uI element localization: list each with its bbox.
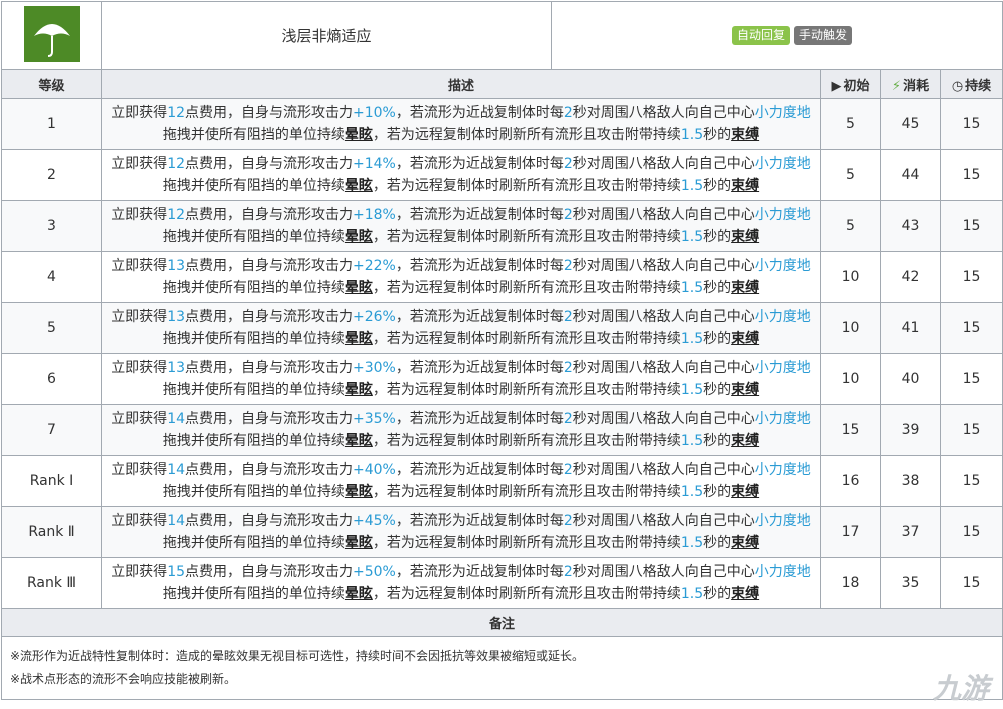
umbrella-icon — [23, 5, 80, 62]
cost-cell: 39 — [880, 404, 941, 456]
initial-cell: 5 — [820, 200, 881, 252]
level-cell: Rank Ⅱ — [1, 506, 102, 558]
cost-cell: 37 — [880, 506, 941, 558]
initial-cell: 18 — [820, 557, 881, 609]
play-icon: ▶ — [831, 78, 842, 94]
duration-cell: 15 — [939, 455, 1003, 507]
description-cell: 立即获得14点费用，自身与流形攻击力+35%，若流形为近战复制体时每2秒对周围八… — [101, 404, 821, 456]
initial-cell: 17 — [820, 506, 881, 558]
duration-cell: 15 — [939, 149, 1003, 201]
tag-manual-trigger: 手动触发 — [794, 26, 853, 45]
note-line: ※流形作为近战特性复制体时：造成的晕眩效果无视目标可选性，持续时间不会因抵抗等效… — [10, 649, 585, 663]
description-cell: 立即获得14点费用，自身与流形攻击力+45%，若流形为近战复制体时每2秒对周围八… — [101, 506, 821, 558]
cost-cell: 41 — [880, 302, 941, 354]
cost-cell: 38 — [880, 455, 941, 507]
initial-cell: 10 — [820, 251, 881, 303]
tag-auto-recovery: 自动回复 — [732, 26, 791, 45]
table-row: 7 立即获得14点费用，自身与流形攻击力+35%，若流形为近战复制体时每2秒对周围… — [1, 404, 1003, 456]
notes-title: 备注 — [0, 608, 1003, 637]
clock-icon: ◷ — [951, 78, 964, 94]
level-cell: 1 — [1, 98, 102, 150]
table-row: Rank Ⅲ 立即获得15点费用，自身与流形攻击力+50%，若流形为近战复制体时每… — [1, 557, 1003, 609]
table-row: 3 立即获得12点费用，自身与流形攻击力+18%，若流形为近战复制体时每2秒对周围… — [1, 200, 1003, 252]
duration-cell: 15 — [939, 506, 1003, 558]
cost-cell: 45 — [880, 98, 941, 150]
initial-cell: 5 — [820, 149, 881, 201]
duration-cell: 15 — [939, 302, 1003, 354]
description-cell: 立即获得12点费用，自身与流形攻击力+10%，若流形为近战复制体时每2秒对周围八… — [101, 98, 821, 150]
skill-icon-cell — [1, 1, 102, 70]
header-cost: ⚡ 消耗 — [880, 69, 941, 99]
header-initial: ▶ 初始 — [820, 69, 881, 99]
level-cell: 7 — [1, 404, 102, 456]
watermark-text: 九游 — [932, 673, 989, 704]
watermark: 九游 — [933, 667, 989, 707]
duration-cell: 15 — [939, 404, 1003, 456]
note-line: ※战术点形态的流形不会响应技能被刷新。 — [10, 672, 237, 686]
duration-cell: 15 — [939, 98, 1003, 150]
description-cell: 立即获得13点费用，自身与流形攻击力+26%，若流形为近战复制体时每2秒对周围八… — [101, 302, 821, 354]
initial-cell: 16 — [820, 455, 881, 507]
lightning-icon: ⚡ — [891, 78, 902, 94]
table-row: Rank Ⅱ 立即获得14点费用，自身与流形攻击力+45%，若流形为近战复制体时每… — [1, 506, 1003, 558]
notes-body: ※流形作为近战特性复制体时：造成的晕眩效果无视目标可选性，持续时间不会因抵抗等效… — [0, 636, 1003, 700]
duration-cell: 15 — [939, 353, 1003, 405]
initial-cell: 10 — [820, 302, 881, 354]
description-cell: 立即获得12点费用，自身与流形攻击力+14%，若流形为近战复制体时每2秒对周围八… — [101, 149, 821, 201]
table-row: 5 立即获得13点费用，自身与流形攻击力+26%，若流形为近战复制体时每2秒对周围… — [1, 302, 1003, 354]
header-level: 等级 — [1, 69, 102, 99]
description-cell: 立即获得13点费用，自身与流形攻击力+22%，若流形为近战复制体时每2秒对周围八… — [101, 251, 821, 303]
header-description: 描述 — [101, 69, 821, 99]
description-cell: 立即获得13点费用，自身与流形攻击力+30%，若流形为近战复制体时每2秒对周围八… — [101, 353, 821, 405]
cost-cell: 40 — [880, 353, 941, 405]
level-cell: Rank Ⅰ — [1, 455, 102, 507]
level-cell: 4 — [1, 251, 102, 303]
level-cell: 5 — [1, 302, 102, 354]
table-row: 1 立即获得12点费用，自身与流形攻击力+10%，若流形为近战复制体时每2秒对周围… — [1, 98, 1003, 150]
initial-cell: 5 — [820, 98, 881, 150]
cost-cell: 43 — [880, 200, 941, 252]
cost-cell: 42 — [880, 251, 941, 303]
description-cell: 立即获得12点费用，自身与流形攻击力+18%，若流形为近战复制体时每2秒对周围八… — [101, 200, 821, 252]
description-cell: 立即获得14点费用，自身与流形攻击力+40%，若流形为近战复制体时每2秒对周围八… — [101, 455, 821, 507]
duration-cell: 15 — [939, 200, 1003, 252]
header-duration: ◷ 持续 — [939, 69, 1003, 99]
level-cell: 3 — [1, 200, 102, 252]
duration-cell: 15 — [939, 251, 1003, 303]
table-row: 4 立即获得13点费用，自身与流形攻击力+22%，若流形为近战复制体时每2秒对周围… — [1, 251, 1003, 303]
level-cell: 2 — [1, 149, 102, 201]
initial-cell: 15 — [820, 404, 881, 456]
table-row: 2 立即获得12点费用，自身与流形攻击力+14%，若流形为近战复制体时每2秒对周围… — [1, 149, 1003, 201]
cost-cell: 35 — [880, 557, 941, 609]
duration-cell: 15 — [939, 557, 1003, 609]
description-cell: 立即获得15点费用，自身与流形攻击力+50%，若流形为近战复制体时每2秒对周围八… — [101, 557, 821, 609]
skill-table: 浅层非熵适应 自动回复 手动触发 等级 描述 ▶ 初始 ⚡ 消耗 ◷ 持续 1 立即获得1… — [0, 1, 1003, 700]
initial-cell: 10 — [820, 353, 881, 405]
cost-cell: 44 — [880, 149, 941, 201]
skill-name: 浅层非熵适应 — [101, 1, 552, 70]
level-cell: 6 — [1, 353, 102, 405]
table-row: 6 立即获得13点费用，自身与流形攻击力+30%，若流形为近战复制体时每2秒对周围… — [1, 353, 1003, 405]
level-cell: Rank Ⅲ — [1, 557, 102, 609]
skill-tags: 自动回复 手动触发 — [550, 1, 1003, 70]
table-row: Rank Ⅰ 立即获得14点费用，自身与流形攻击力+40%，若流形为近战复制体时每… — [1, 455, 1003, 507]
